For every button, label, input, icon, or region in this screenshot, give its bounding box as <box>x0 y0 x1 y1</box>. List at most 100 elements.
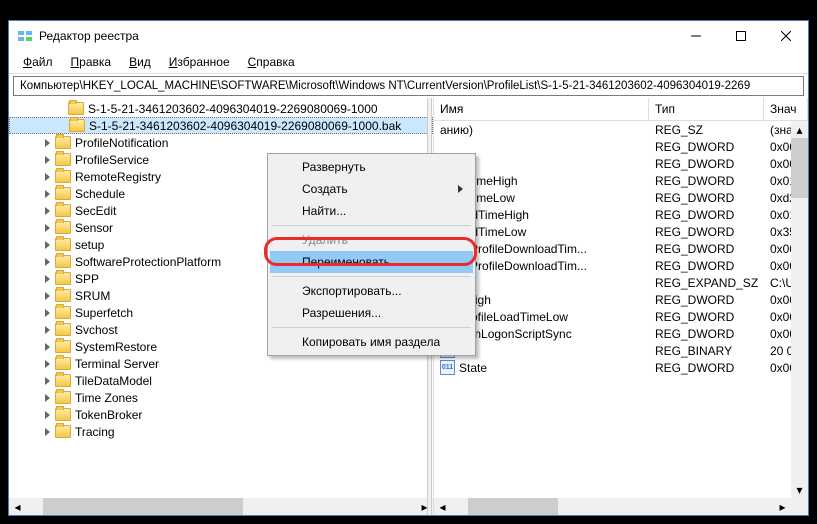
ctx-rename[interactable]: Переименовать <box>270 251 473 273</box>
menu-help[interactable]: Справка <box>240 53 303 71</box>
scroll-thumb[interactable] <box>791 138 808 198</box>
context-menu: Развернуть Создать Найти... Удалить Пере… <box>267 153 476 356</box>
folder-icon <box>55 374 71 387</box>
ctx-new[interactable]: Создать <box>270 178 473 200</box>
value-row[interactable]: LoadTimeLowREG_DWORD0xd2a <box>434 189 808 206</box>
minimize-button[interactable] <box>673 21 718 51</box>
tree-node-sid[interactable]: S-1-5-21-3461203602-4096304019-226908006… <box>9 100 433 117</box>
ctx-separator <box>272 225 471 226</box>
value-row[interactable]: UnloadTimeLowREG_DWORD0x35b <box>434 223 808 240</box>
ctx-separator <box>272 276 471 277</box>
list-header: Имя Тип Знач <box>434 98 808 121</box>
folder-icon <box>55 272 71 285</box>
value-row[interactable]: nptedProfileDownloadTim...REG_DWORD0x000 <box>434 240 808 257</box>
column-name[interactable]: Имя <box>434 98 649 120</box>
menu-favorites[interactable]: Избранное <box>161 53 238 71</box>
tree-node-sid-selected[interactable]: S-1-5-21-3461203602-4096304019-226908006… <box>9 117 433 134</box>
value-row[interactable]: ePathREG_EXPAND_SZC:\Us <box>434 274 808 291</box>
close-button[interactable] <box>763 21 808 51</box>
folder-icon <box>55 408 71 421</box>
folder-icon <box>55 289 71 302</box>
menubar: Файл Правка Вид Избранное Справка <box>9 51 808 74</box>
list-body[interactable]: анию)REG_SZ(значREG_DWORD0x000REG_DWORD0… <box>434 121 808 515</box>
expand-toggle[interactable] <box>42 222 53 233</box>
maximize-button[interactable] <box>718 21 763 51</box>
titlebar: Редактор реестра <box>9 21 808 51</box>
tree-node[interactable]: TokenBroker <box>9 406 433 423</box>
value-row[interactable]: 011SidREG_BINARY20 08 <box>434 342 808 359</box>
column-type[interactable]: Тип <box>649 98 764 120</box>
folder-icon <box>55 323 71 336</box>
scroll-left-button[interactable]: ◂ <box>434 498 451 515</box>
expand-toggle[interactable] <box>42 324 53 335</box>
tree-node[interactable]: Time Zones <box>9 389 433 406</box>
folder-icon <box>55 357 71 370</box>
expand-toggle[interactable] <box>42 188 53 199</box>
scroll-up-button[interactable]: ▴ <box>791 121 808 138</box>
value-row[interactable]: TimeHighREG_DWORD0x000 <box>434 291 808 308</box>
ctx-separator <box>272 327 471 328</box>
menu-file[interactable]: Файл <box>15 53 61 71</box>
scroll-left-button[interactable]: ◂ <box>9 498 26 515</box>
expand-toggle[interactable] <box>42 290 53 301</box>
value-row[interactable]: 011StateREG_DWORD0x000 <box>434 359 808 376</box>
app-icon <box>17 28 33 44</box>
value-row[interactable]: 011RunLogonScriptSyncREG_DWORD0x000 <box>434 325 808 342</box>
tree-node[interactable]: ProfileNotification <box>9 134 433 151</box>
expand-toggle[interactable] <box>42 273 53 284</box>
expand-toggle[interactable] <box>42 426 53 437</box>
folder-icon <box>55 306 71 319</box>
tree-node[interactable]: TileDataModel <box>9 372 433 389</box>
scroll-down-button[interactable]: ▾ <box>791 481 808 498</box>
column-data[interactable]: Знач <box>764 98 808 120</box>
menu-view[interactable]: Вид <box>121 53 159 71</box>
expand-toggle[interactable] <box>42 171 53 182</box>
menu-edit[interactable]: Правка <box>63 53 120 71</box>
expand-toggle[interactable] <box>42 256 53 267</box>
tree-horizontal-scrollbar[interactable]: ◂ ▸ <box>9 498 433 515</box>
expand-toggle[interactable] <box>42 205 53 216</box>
ctx-find[interactable]: Найти... <box>270 200 473 222</box>
horizontal-scrollbar[interactable]: ◂ ▸ <box>434 498 791 515</box>
value-row[interactable]: UnloadTimeHighREG_DWORD0x01d <box>434 206 808 223</box>
ctx-copy-key-name[interactable]: Копировать имя раздела <box>270 331 473 353</box>
folder-icon <box>69 119 85 132</box>
value-row[interactable]: nptedProfileDownloadTim...REG_DWORD0x000 <box>434 257 808 274</box>
folder-icon <box>55 153 71 166</box>
ctx-export[interactable]: Экспортировать... <box>270 280 473 302</box>
folder-icon <box>55 238 71 251</box>
tree-node[interactable]: Tracing <box>9 423 433 440</box>
expand-toggle[interactable] <box>42 239 53 250</box>
vertical-scrollbar[interactable]: ▴ ▾ <box>791 121 808 498</box>
value-row[interactable]: LoadTimeHighREG_DWORD0x01d <box>434 172 808 189</box>
expand-toggle[interactable] <box>42 392 53 403</box>
ctx-delete[interactable]: Удалить <box>270 229 473 251</box>
value-icon: 011 <box>440 360 455 375</box>
expand-toggle[interactable] <box>42 307 53 318</box>
value-row[interactable]: анию)REG_SZ(знач <box>434 121 808 138</box>
scrollbar-corner <box>791 498 808 515</box>
expand-toggle[interactable] <box>42 358 53 369</box>
value-row[interactable]: REG_DWORD0x000 <box>434 138 808 155</box>
folder-icon <box>55 170 71 183</box>
ctx-expand[interactable]: Развернуть <box>270 156 473 178</box>
address-bar[interactable]: Компьютер\HKEY_LOCAL_MACHINE\SOFTWARE\Mi… <box>13 76 804 96</box>
expand-toggle[interactable] <box>42 154 53 165</box>
folder-icon <box>55 425 71 438</box>
folder-icon <box>55 204 71 217</box>
folder-icon <box>55 187 71 200</box>
expand-toggle[interactable] <box>42 341 53 352</box>
value-row[interactable]: 011ProfileLoadTimeLowREG_DWORD0x000 <box>434 308 808 325</box>
tree-node[interactable]: Terminal Server <box>9 355 433 372</box>
expand-toggle[interactable] <box>42 409 53 420</box>
ctx-permissions[interactable]: Разрешения... <box>270 302 473 324</box>
folder-icon <box>55 255 71 268</box>
scroll-thumb[interactable] <box>43 498 243 515</box>
value-row[interactable]: REG_DWORD0x000 <box>434 155 808 172</box>
expand-toggle[interactable] <box>42 137 53 148</box>
scroll-right-button[interactable]: ▸ <box>774 498 791 515</box>
window-controls <box>673 21 808 51</box>
scroll-thumb[interactable] <box>468 498 558 515</box>
folder-icon <box>55 340 71 353</box>
expand-toggle[interactable] <box>42 375 53 386</box>
